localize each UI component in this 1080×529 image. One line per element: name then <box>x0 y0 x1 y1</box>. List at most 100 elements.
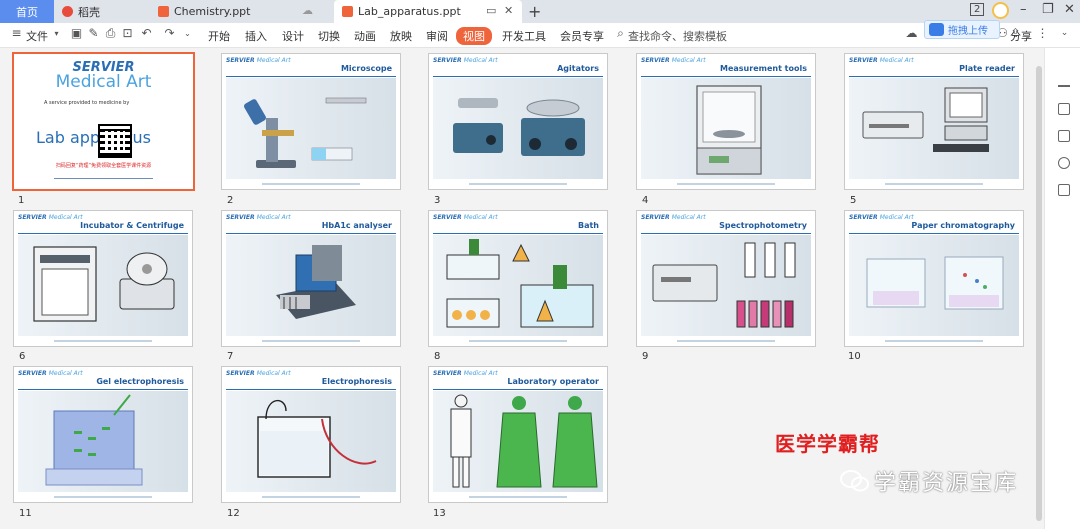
command-search[interactable]: 查找命令、搜索模板 <box>628 28 727 44</box>
window-count-badge[interactable]: 2 <box>970 3 985 16</box>
share-button[interactable]: 分享 <box>1010 28 1032 44</box>
slide-title: Bath <box>577 221 599 230</box>
redo-icon[interactable]: ↷ <box>163 27 176 40</box>
upload-cloud-icon <box>929 23 944 36</box>
paper-chromatography-illustration <box>866 256 1004 310</box>
backup-icon[interactable] <box>1058 184 1070 196</box>
slide-body <box>226 391 396 492</box>
tab-design[interactable]: 设计 <box>282 28 304 44</box>
tab-view[interactable]: 视图 <box>456 27 492 45</box>
microscope-illustration <box>244 97 367 168</box>
tab-developer[interactable]: 开发工具 <box>502 28 546 44</box>
cover-title: Lab apparatus <box>36 128 152 147</box>
slide-logo: SERVIER Medical Art <box>433 214 498 221</box>
slide-number: 1 <box>18 195 25 206</box>
tab-lab-apparatus[interactable]: Lab_apparatus.ppt ▭ ✕ <box>334 0 522 23</box>
slide-title: Spectrophotometry <box>719 221 807 230</box>
slide-number: 9 <box>642 351 649 362</box>
slide-thumbnail-8[interactable]: SERVIER Medical Art Bath <box>428 210 608 347</box>
slide-thumbnail-5[interactable]: SERVIER Medical Art Plate reader <box>844 53 1024 190</box>
slide-thumbnail-9[interactable]: SERVIER Medical Art Spectrophotometry <box>636 210 816 347</box>
slide-body <box>18 235 188 336</box>
format-painter-icon[interactable]: ✎ <box>87 27 100 40</box>
daoke-icon <box>62 6 73 17</box>
slide-title: Incubator & Centrifuge <box>80 221 184 230</box>
tab-slideshow[interactable]: 放映 <box>390 28 412 44</box>
tab-daoke-label: 稻壳 <box>78 5 100 19</box>
slide-logo: SERVIER Medical Art <box>18 370 83 377</box>
slide-body <box>433 391 603 492</box>
tab-animation[interactable]: 动画 <box>354 28 376 44</box>
slide-logo: SERVIER Medical Art <box>641 214 706 221</box>
settings-sliders-icon[interactable] <box>1058 75 1070 87</box>
slide-thumbnail-2[interactable]: SERVIER Medical Art Microscope <box>221 53 401 190</box>
slide-number: 10 <box>848 351 861 362</box>
slide-number: 8 <box>434 351 441 362</box>
pin-tab-icon[interactable]: ▭ <box>486 4 496 17</box>
slide-thumbnail-3[interactable]: SERVIER Medical Art Agitators <box>428 53 608 190</box>
incubator-centrifuge-illustration <box>33 246 175 322</box>
cloud-icon[interactable]: ☁ <box>905 27 918 40</box>
restore-icon[interactable]: ❐ <box>1042 2 1054 17</box>
chevron-down-icon[interactable]: ▾ <box>50 27 63 40</box>
wechat-icon <box>840 470 869 492</box>
slide-logo: SERVIER Medical Art <box>849 214 914 221</box>
gel-electrophoresis-illustration <box>45 394 143 486</box>
new-tab-icon[interactable]: + <box>528 2 541 21</box>
more-icon[interactable]: ⋮ <box>1036 27 1049 40</box>
slide-title: Agitators <box>557 64 599 73</box>
minimize-icon[interactable]: – <box>1020 2 1027 17</box>
slide-body <box>849 78 1019 179</box>
ppt-icon <box>342 6 353 17</box>
avatar[interactable] <box>992 2 1009 19</box>
slide-title: Electrophoresis <box>321 377 392 386</box>
slide-title: Gel electrophoresis <box>96 377 184 386</box>
slide-number: 5 <box>850 195 857 206</box>
tab-transition[interactable]: 切换 <box>318 28 340 44</box>
slide-thumbnail-12[interactable]: SERVIER Medical Art Electrophoresis <box>221 366 401 503</box>
search-icon: ⌕ <box>617 26 624 40</box>
tab-start[interactable]: 开始 <box>208 28 230 44</box>
tab-review[interactable]: 审阅 <box>426 28 448 44</box>
print-icon[interactable]: ⎙ <box>104 27 117 40</box>
cover-tagline: A service provided to medicine by <box>44 100 130 106</box>
menu-icon[interactable]: ≡ <box>10 27 23 40</box>
slide-thumbnail-6[interactable]: SERVIER Medical Art Incubator & Centrifu… <box>13 210 193 347</box>
watermark-text: 医学学霸帮 <box>775 432 880 456</box>
slide-thumbnail-13[interactable]: SERVIER Medical Art Laboratory operator <box>428 366 608 503</box>
electrophoresis-tank-illustration <box>257 400 377 478</box>
scrollbar-thumb[interactable] <box>1036 66 1042 521</box>
tab-member[interactable]: 会员专享 <box>560 28 604 44</box>
tab-home[interactable]: 首页 <box>0 0 54 23</box>
wechat-watermark-text: 学霸资源宝库 <box>874 471 1019 496</box>
drag-upload-button[interactable]: 拖拽上传 <box>924 20 1000 39</box>
save-icon[interactable]: ▣ <box>70 27 83 40</box>
animation-pane-icon[interactable] <box>1058 130 1070 142</box>
help-icon[interactable] <box>1058 157 1070 169</box>
slide-thumbnail-4[interactable]: SERVIER Medical Art Measurement tools <box>636 53 816 190</box>
slide-logo: SERVIER Medical Art <box>226 370 291 377</box>
file-menu[interactable]: 文件 <box>26 28 48 44</box>
tab-daoke[interactable]: 稻壳 <box>54 0 150 23</box>
drag-upload-label: 拖拽上传 <box>948 26 988 37</box>
slide-thumbnail-10[interactable]: SERVIER Medical Art Paper chromatography <box>844 210 1024 347</box>
magic-icon[interactable] <box>1058 103 1070 115</box>
tab-chemistry[interactable]: Chemistry.ppt ☁ <box>150 0 330 23</box>
agitators-illustration <box>453 98 585 156</box>
preview-icon[interactable]: ⊡ <box>121 27 134 40</box>
close-tab-icon[interactable]: ✕ <box>504 4 513 17</box>
tab-insert[interactable]: 插入 <box>245 28 267 44</box>
slide-thumbnail-11[interactable]: SERVIER Medical Art Gel electrophoresis <box>13 366 193 503</box>
tab-lab-apparatus-label: Lab_apparatus.ppt <box>358 5 461 18</box>
undo-icon[interactable]: ↶ <box>140 27 153 40</box>
slide-number: 11 <box>19 508 32 519</box>
slide-thumbnail-1[interactable]: SERVIER Medical Art A service provided t… <box>12 52 195 191</box>
ppt-icon <box>158 6 169 17</box>
slide-number: 6 <box>19 351 26 362</box>
collapse-ribbon-icon[interactable]: ⌄ <box>1058 27 1071 40</box>
close-window-icon[interactable]: ✕ <box>1064 2 1075 17</box>
slide-body <box>18 391 188 492</box>
quick-access-dropdown-icon[interactable]: ⌄ <box>181 27 194 40</box>
wechat-watermark: 学霸资源宝库 <box>840 465 1018 497</box>
slide-thumbnail-7[interactable]: SERVIER Medical Art HbA1c analyser <box>221 210 401 347</box>
